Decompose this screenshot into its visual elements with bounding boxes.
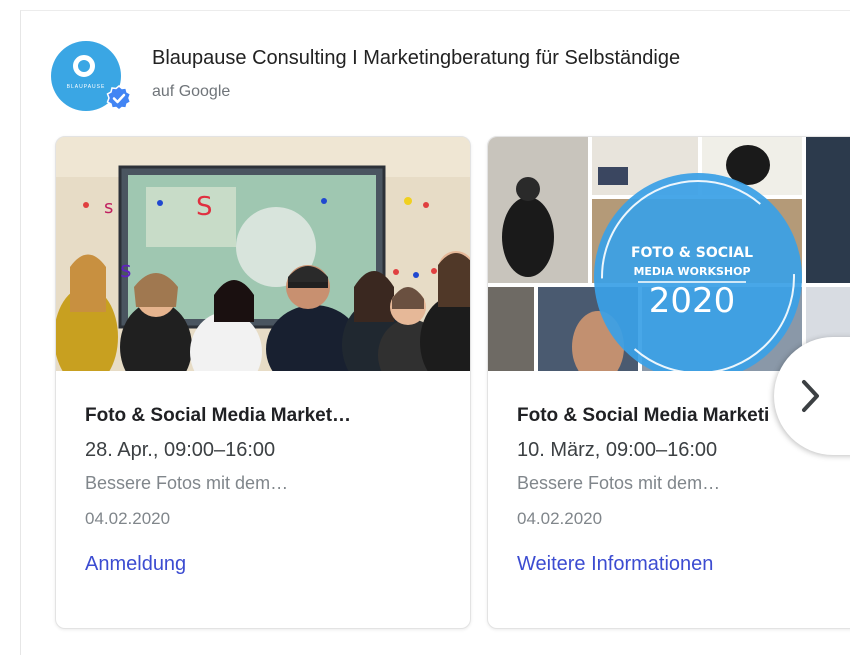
more-info-link[interactable]: Weitere Informationen	[517, 553, 713, 576]
svg-text:s: s	[104, 197, 113, 218]
business-source: auf Google	[152, 83, 231, 100]
business-events-panel: BLAUPAUSE Blaupause Consulting I Marketi…	[20, 10, 850, 655]
logo-ring-icon	[73, 55, 95, 77]
event-card[interactable]: s S s Foto & Social Media Market… 28. Ap…	[55, 136, 471, 629]
event-description: Bessere Fotos mit dem…	[517, 473, 721, 493]
event-posted-date: 04.02.2020	[85, 509, 171, 528]
event-description: Bessere Fotos mit dem…	[85, 473, 289, 493]
workshop-collage-image: FOTO & SOCIAL MEDIA WORKSHOP 2020	[488, 137, 850, 371]
group-photo-image: s S s	[56, 137, 470, 371]
event-posted-date: 04.02.2020	[517, 509, 603, 528]
event-date: 28. Apr., 09:00–16:00	[85, 439, 276, 461]
event-details: Foto & Social Media Market… 28. Apr., 09…	[85, 405, 460, 576]
event-photo: s S s	[56, 137, 470, 371]
business-header: BLAUPAUSE Blaupause Consulting I Marketi…	[51, 41, 850, 121]
registration-link[interactable]: Anmeldung	[85, 553, 186, 576]
event-collage: FOTO & SOCIAL MEDIA WORKSHOP 2020	[488, 137, 850, 371]
collage-text-year: 2020	[649, 281, 736, 321]
event-title[interactable]: Foto & Social Media Market…	[85, 405, 460, 427]
chevron-right-icon	[802, 380, 819, 412]
verified-check-icon	[106, 85, 132, 111]
business-name[interactable]: Blaupause Consulting I Marketingberatung…	[152, 47, 680, 70]
svg-text:s: s	[120, 258, 131, 283]
svg-text:S: S	[196, 192, 213, 222]
collage-text-line2: MEDIA WORKSHOP	[633, 265, 750, 278]
collage-text-line1: FOTO & SOCIAL	[631, 245, 753, 261]
